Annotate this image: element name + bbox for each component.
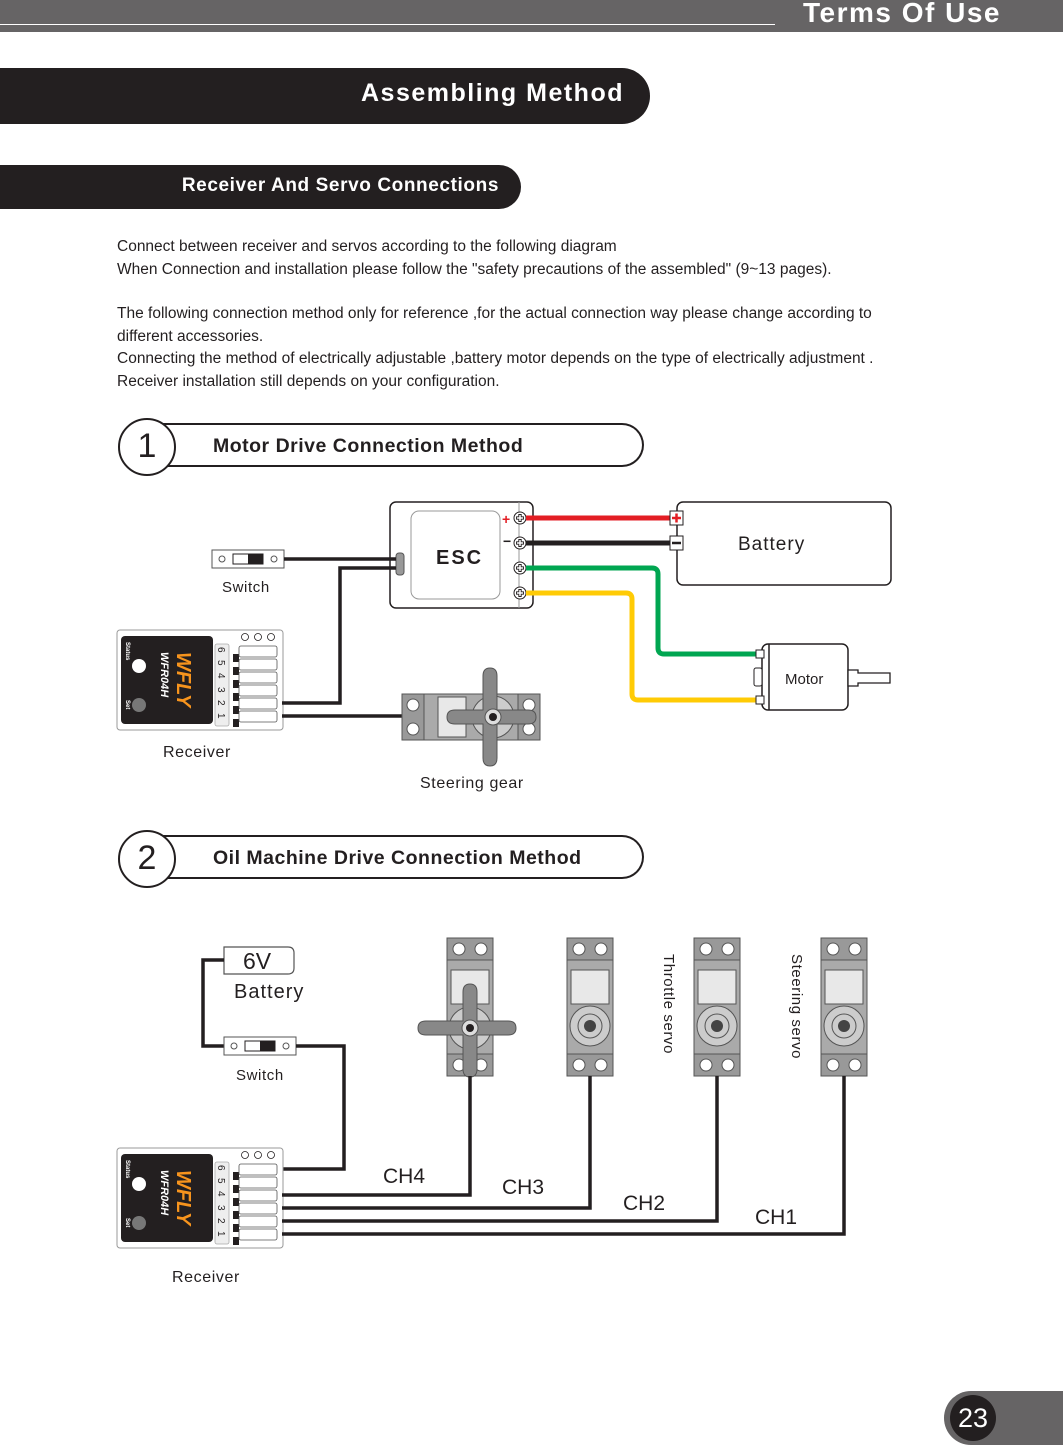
ch4-servo bbox=[417, 937, 517, 1078]
battery-label-2: Battery bbox=[234, 981, 304, 1003]
ch3-servo bbox=[566, 937, 614, 1077]
switch-to-receiver-wire bbox=[282, 1044, 346, 1171]
switch-label: Switch bbox=[222, 579, 270, 596]
battery-to-switch-wire bbox=[201, 958, 224, 1048]
motor-label: Motor bbox=[785, 671, 823, 688]
battery-label: Battery bbox=[738, 534, 805, 555]
ch3-label: CH3 bbox=[502, 1176, 544, 1199]
ch4-wire bbox=[282, 1076, 472, 1197]
steering-gear-servo bbox=[401, 667, 541, 767]
ch1-label: CH1 bbox=[755, 1206, 797, 1229]
switch-icon-2 bbox=[223, 1036, 297, 1056]
switch-icon bbox=[211, 549, 285, 569]
esc-minus-sign: − bbox=[503, 533, 511, 549]
wiring-diagram: Status Set WFLY WFR04H 6 5 4 3 2 1 ESC +… bbox=[116, 501, 892, 1286]
receiver-unit-2 bbox=[116, 1147, 284, 1249]
throttle-servo bbox=[693, 937, 741, 1077]
page-number: 23 bbox=[950, 1395, 996, 1441]
esc-plus-sign: + bbox=[502, 511, 510, 527]
esc-label: ESC bbox=[436, 547, 483, 569]
switch-label-2: Switch bbox=[236, 1067, 284, 1084]
receiver-label-2: Receiver bbox=[172, 1269, 240, 1286]
ch2-label: CH2 bbox=[623, 1192, 665, 1215]
esc-signal-wire bbox=[282, 566, 396, 705]
ch4-label: CH4 bbox=[383, 1165, 425, 1188]
motor-phase-b-wire bbox=[526, 590, 758, 703]
page-number-tab: 23 bbox=[944, 1391, 1063, 1445]
receiver-label: Receiver bbox=[163, 744, 231, 761]
steering-servo bbox=[820, 937, 868, 1077]
throttle-servo-label: Throttle servo bbox=[660, 954, 677, 1054]
steering-gear-label: Steering gear bbox=[420, 775, 524, 792]
battery-voltage-label: 6V bbox=[243, 948, 272, 974]
steering-servo-label: Steering servo bbox=[788, 954, 805, 1059]
receiver-unit bbox=[116, 629, 284, 731]
